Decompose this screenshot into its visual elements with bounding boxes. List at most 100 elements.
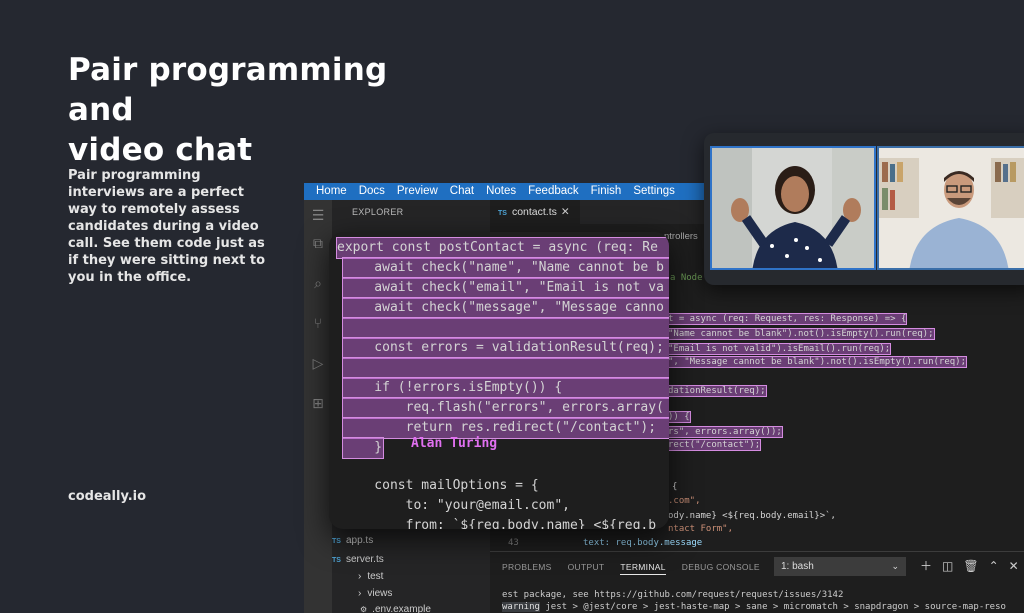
zoom-code-line: req.flash("errors", errors.array( — [342, 397, 669, 419]
interviewer-video-icon — [879, 148, 1024, 268]
terminal-text: jest > @jest/core > jest-haste-map > san… — [539, 602, 1006, 612]
code-comment: a Node — [670, 273, 703, 283]
warning-badge: warning — [502, 602, 540, 612]
file-item[interactable]: TS server.ts — [332, 554, 384, 565]
headline: Pair programming and video chat — [68, 50, 448, 170]
menu-preview[interactable]: Preview — [391, 183, 444, 200]
zoom-code-line: await check("message", "Message canno — [342, 297, 669, 319]
shell-select[interactable]: 1: bash ⌄ — [774, 557, 906, 576]
zoom-code-line: from: `${req.body.name} <${req.b — [343, 518, 657, 529]
folder-label: test — [367, 571, 384, 582]
explorer-title: EXPLORER — [352, 207, 404, 217]
candidate-video-icon — [712, 148, 874, 268]
code-line: .com", — [668, 495, 701, 507]
code-fragment: rs", errors.array()); — [667, 426, 783, 438]
typescript-icon: TS — [332, 557, 341, 564]
code-line: )) { — [667, 411, 691, 423]
zoom-code-line: if (!errors.isEmpty()) { — [342, 377, 669, 399]
debug-icon[interactable]: ▷ — [310, 356, 326, 372]
tab-debug-console[interactable]: DEBUG CONSOLE — [682, 562, 760, 575]
code-line: rect("/contact"); — [666, 439, 762, 451]
code-line: text: req.body.message — [583, 537, 702, 549]
code-fragment: text: req.body.message — [583, 538, 703, 548]
code-line: ntact Form", — [668, 523, 733, 535]
code-fragment: "Email is not valid").isEmail().run(req)… — [666, 343, 892, 355]
menu-chat[interactable]: Chat — [444, 183, 480, 200]
search-icon[interactable]: ⌕ — [310, 276, 326, 292]
breadcrumb[interactable]: ntrollers — [664, 231, 698, 242]
headline-line-2: video chat — [68, 132, 253, 168]
line-number: 43 — [508, 538, 519, 548]
chevron-right-icon: › — [358, 571, 362, 582]
zoom-code-line — [342, 317, 669, 339]
code-fragment: t = async (req: Request, res: Response) … — [666, 313, 908, 325]
code-line: ", "Message cannot be blank").not().isEm… — [666, 356, 968, 368]
collaborator-cursor-label: Alan Turing — [411, 436, 498, 451]
code-fragment: .com", — [668, 496, 701, 506]
menu-settings[interactable]: Settings — [627, 183, 681, 200]
file-label: app.ts — [345, 535, 374, 546]
typescript-icon: TS — [498, 210, 507, 217]
code-line: { — [672, 481, 677, 493]
zoom-code-line: const errors = validationResult(req); — [342, 337, 669, 359]
chevron-right-icon: › — [358, 588, 362, 599]
bottom-panel: PROBLEMS OUTPUT TERMINAL DEBUG CONSOLE 1… — [490, 551, 1024, 613]
split-icon[interactable]: ◫ — [942, 557, 953, 575]
menu-feedback[interactable]: Feedback — [522, 183, 585, 200]
tab-output[interactable]: OUTPUT — [568, 562, 605, 575]
folder-label: views — [367, 588, 393, 599]
menu-icon[interactable]: ☰ — [310, 208, 326, 224]
code-line: "Email is not valid").isEmail().run(req)… — [666, 343, 892, 355]
video-tile-candidate[interactable] — [710, 146, 876, 270]
chevron-up-icon[interactable]: ⌃ — [989, 557, 999, 575]
menu-notes[interactable]: Notes — [480, 183, 522, 200]
close-icon[interactable]: ✕ — [561, 206, 570, 218]
zoom-code-line: export const postContact = async (req: R… — [336, 237, 669, 259]
chevron-down-icon: ⌄ — [891, 561, 899, 571]
code-zoom-panel: export const postContact = async (req: R… — [329, 232, 669, 529]
tab-problems[interactable]: PROBLEMS — [502, 562, 552, 575]
menu-home[interactable]: Home — [304, 183, 353, 200]
code-line: t = async (req: Request, res: Response) … — [666, 313, 908, 325]
code-fragment: ", "Message cannot be blank").not().isEm… — [666, 356, 968, 368]
code-line: dationResult(req); — [667, 385, 767, 397]
code-fragment: rect("/contact"); — [666, 439, 762, 451]
extensions-icon[interactable]: ⊞ — [310, 396, 326, 412]
brand-link[interactable]: codeally.io — [68, 489, 146, 504]
close-icon[interactable]: ✕ — [1009, 557, 1019, 575]
menu-finish[interactable]: Finish — [585, 183, 628, 200]
zoom-code-line: await check("email", "Email is not va — [342, 277, 669, 299]
video-tile-interviewer[interactable] — [877, 146, 1024, 270]
file-item[interactable]: TS app.ts — [332, 535, 373, 546]
gear-icon: ⚙ — [360, 605, 368, 613]
description: Pair programming interviews are a perfec… — [68, 168, 266, 285]
headline-line-1: Pair programming and — [68, 52, 388, 128]
plus-icon[interactable]: ＋ — [920, 557, 932, 575]
panel-tabs: PROBLEMS OUTPUT TERMINAL DEBUG CONSOLE — [502, 562, 760, 575]
terminal-line: est package, see https://github.com/requ… — [502, 590, 844, 600]
terminal-line: warning jest > @jest/core > jest-haste-m… — [502, 602, 1006, 612]
folder-item[interactable]: › test — [358, 571, 383, 582]
code-fragment: )) { — [667, 411, 691, 423]
code-fragment: "Name cannot be blank").not().isEmpty().… — [667, 328, 935, 340]
code-line: ody.name} <${req.body.email}>`, — [668, 510, 836, 522]
zoom-code-line: const mailOptions = { — [343, 478, 539, 493]
files-icon[interactable]: ⧉ — [310, 236, 326, 252]
folder-item[interactable]: › views — [358, 588, 392, 599]
zoom-code-line: to: "your@email.com", — [343, 498, 570, 513]
zoom-code-line — [342, 357, 669, 379]
video-chat-window — [704, 133, 1024, 285]
typescript-icon: TS — [332, 538, 341, 545]
menu-docs[interactable]: Docs — [353, 183, 391, 200]
trash-icon[interactable]: 🗑 — [963, 557, 978, 575]
tab-terminal[interactable]: TERMINAL — [620, 562, 666, 575]
source-control-icon[interactable]: ⑂ — [310, 316, 326, 332]
shell-value: 1: bash — [781, 561, 814, 572]
code-fragment: ody.name} <${req.body.email}>`, — [668, 511, 836, 521]
file-item[interactable]: ⚙ .env.example — [360, 604, 431, 613]
file-label: server.ts — [345, 554, 384, 565]
tab-contact[interactable]: TS contact.ts ✕ — [490, 200, 580, 224]
panel-actions: ＋ ◫ 🗑 ⌃ ✕ — [920, 557, 1019, 575]
activity-bar: ☰ ⧉ ⌕ ⑂ ▷ ⊞ — [304, 200, 332, 613]
zoom-code-line: return res.redirect("/contact"); — [342, 417, 669, 439]
